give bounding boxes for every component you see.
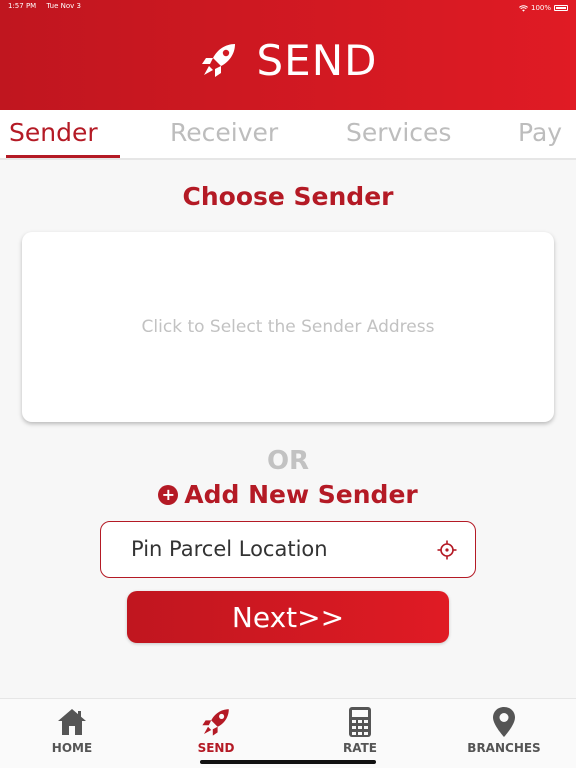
address-placeholder: Click to Select the Sender Address — [141, 317, 435, 337]
nav-rate-label: RATE — [343, 741, 377, 755]
wifi-icon — [519, 4, 528, 12]
bottom-nav: HOME SEND RATE BRANCHES — [0, 698, 576, 768]
add-new-sender-label: Add New Sender — [184, 480, 418, 509]
status-date: Tue Nov 3 — [46, 2, 81, 10]
tab-sender[interactable]: Sender — [9, 118, 98, 147]
status-time: 1:57 PM — [8, 2, 37, 10]
active-tab-indicator — [6, 155, 120, 158]
home-icon — [58, 709, 86, 735]
header-title-row: SEND — [0, 34, 576, 86]
home-indicator — [200, 760, 376, 764]
status-bar: 1:57 PM Tue Nov 3 100% — [8, 2, 568, 14]
pin-location-label: Pin Parcel Location — [131, 537, 328, 561]
step-tabs: Sender Receiver Services Pay — [0, 110, 576, 160]
rocket-icon — [202, 709, 229, 736]
pin-parcel-location-field[interactable]: Pin Parcel Location — [100, 521, 476, 578]
tab-receiver[interactable]: Receiver — [170, 118, 278, 147]
sender-address-card[interactable]: Click to Select the Sender Address — [22, 232, 554, 422]
nav-home-label: HOME — [51, 741, 93, 755]
nav-send-label: SEND — [197, 741, 235, 755]
nav-branches-label: BRANCHES — [467, 741, 541, 755]
nav-home[interactable]: HOME — [17, 705, 127, 755]
battery-percent: 100% — [530, 4, 551, 12]
section-title: Choose Sender — [182, 182, 394, 211]
tab-services[interactable]: Services — [346, 118, 451, 147]
or-divider: OR — [266, 446, 310, 476]
nav-send[interactable]: SEND — [161, 705, 271, 755]
next-button[interactable]: Next>> — [127, 591, 449, 643]
nav-branches[interactable]: BRANCHES — [449, 705, 559, 755]
plus-circle-icon: + — [158, 484, 179, 505]
location-pin-icon — [493, 707, 515, 737]
nav-rate[interactable]: RATE — [305, 705, 415, 755]
page-title: SEND — [256, 35, 378, 85]
rocket-icon — [201, 44, 235, 77]
tab-pay[interactable]: Pay — [518, 118, 562, 147]
app-header: 1:57 PM Tue Nov 3 100% SEND — [0, 0, 576, 110]
crosshair-icon[interactable] — [437, 540, 457, 560]
battery-icon — [554, 5, 568, 11]
calculator-icon — [349, 707, 371, 737]
add-new-sender-button[interactable]: + Add New Sender — [0, 480, 576, 509]
